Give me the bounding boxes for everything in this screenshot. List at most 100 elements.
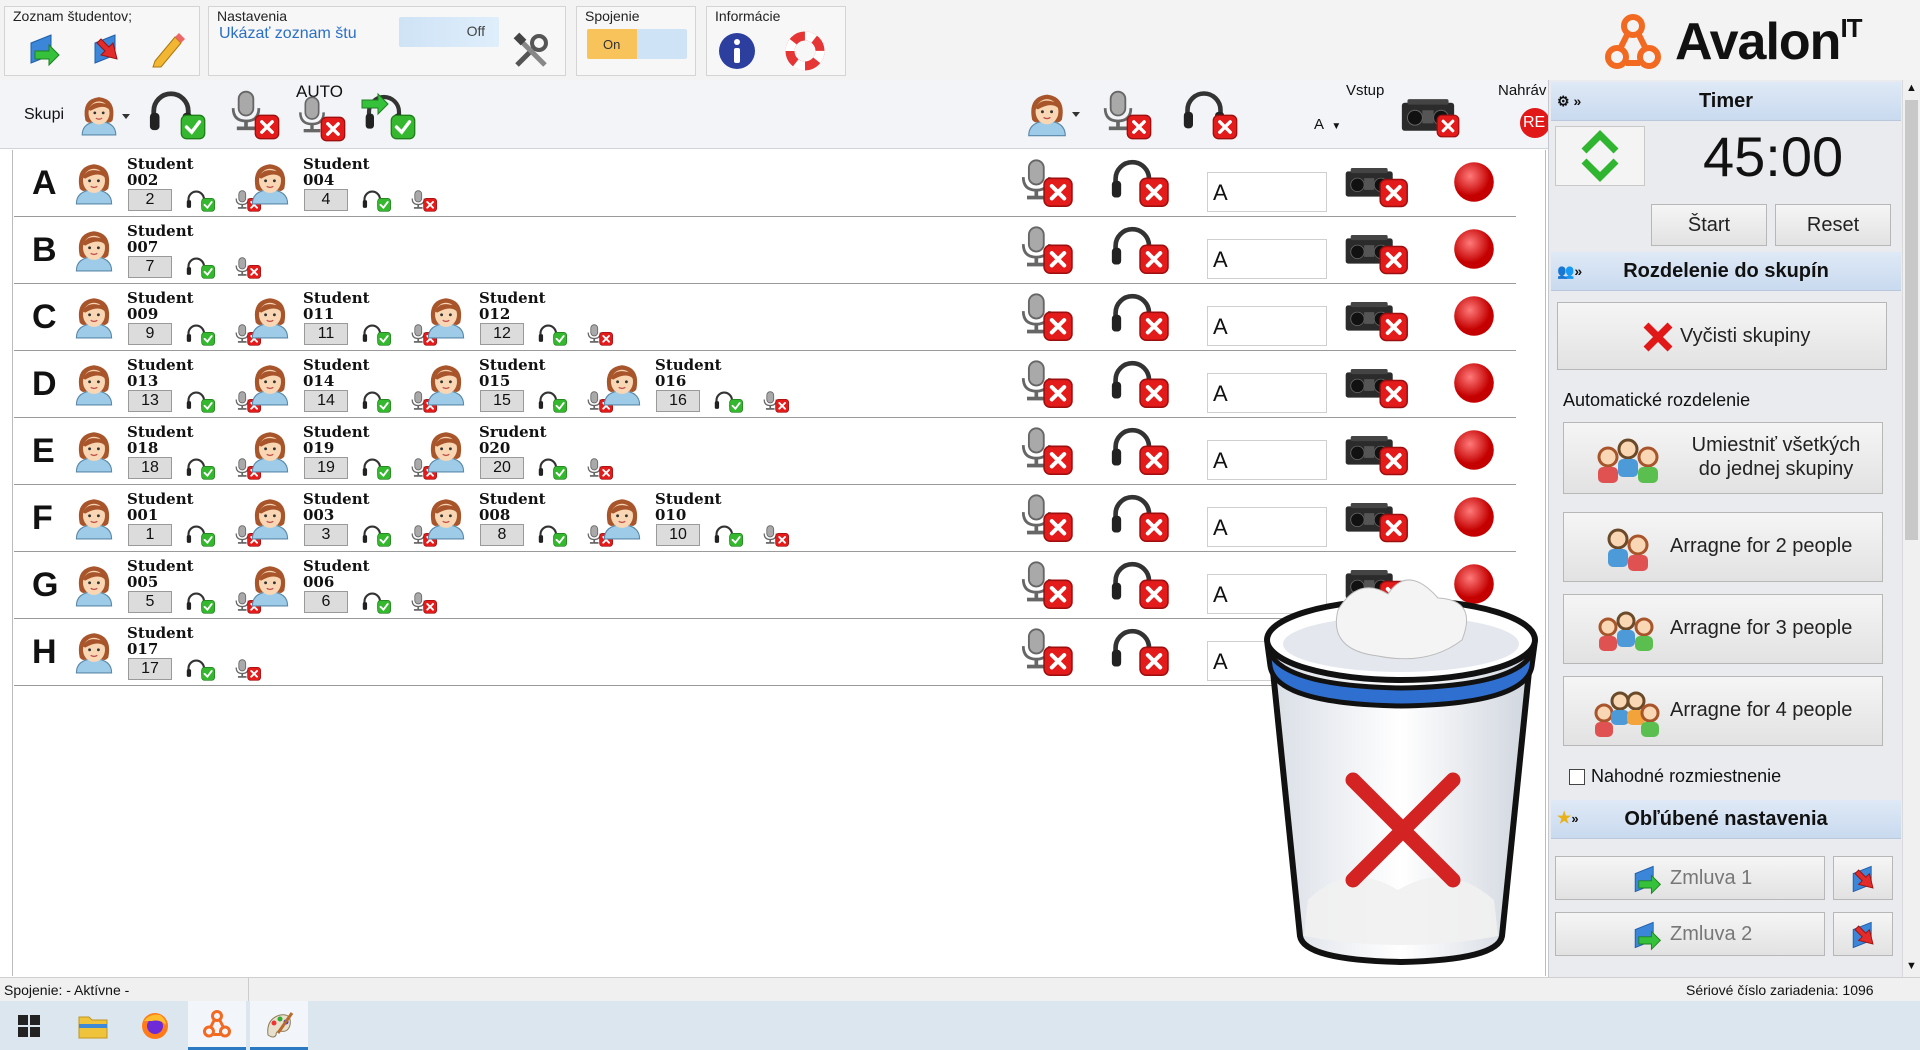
student-seat-number[interactable]: 18 <box>128 457 172 479</box>
student-avatar[interactable] <box>72 358 116 410</box>
panel-scrollbar[interactable]: ▲ ▼ <box>1902 80 1920 977</box>
group-headset-toggle[interactable] <box>1110 154 1172 217</box>
favorites-header[interactable]: ★» Obľúbené nastavenia <box>1551 800 1901 839</box>
group-headset-toggle[interactable] <box>1110 489 1172 552</box>
student-avatar[interactable] <box>248 291 292 343</box>
student-seat-number[interactable]: 1 <box>128 524 172 546</box>
student-seat-number[interactable]: 9 <box>128 323 172 345</box>
timer-header[interactable]: ⚙ » Timer <box>1551 82 1901 121</box>
student-headset-toggle[interactable] <box>184 658 218 687</box>
group-headset-toggle[interactable] <box>1110 556 1172 619</box>
student-headset-toggle[interactable] <box>184 524 218 553</box>
student-seat-number[interactable]: 16 <box>656 390 700 412</box>
favorite-1-save-button[interactable] <box>1833 856 1893 900</box>
student-avatar[interactable] <box>424 492 468 544</box>
student-mic-toggle[interactable] <box>406 189 440 218</box>
group-recorder-toggle[interactable] <box>1344 160 1414 215</box>
student-seat-number[interactable]: 12 <box>480 323 524 345</box>
group-input-field[interactable]: A <box>1207 306 1327 346</box>
group-mic-toggle[interactable] <box>1014 154 1076 217</box>
all-mics-off-button[interactable] <box>222 86 282 147</box>
student-seat-number[interactable]: 2 <box>128 189 172 211</box>
group-headset-toggle[interactable] <box>1110 422 1172 485</box>
student-seat-number[interactable]: 8 <box>480 524 524 546</box>
student-headset-toggle[interactable] <box>360 591 394 620</box>
teacher-select-button[interactable] <box>78 88 132 145</box>
transfer-headset-button[interactable] <box>358 86 418 147</box>
student-headset-toggle[interactable] <box>712 524 746 553</box>
student-mic-toggle[interactable] <box>582 323 616 352</box>
group-headset-toggle[interactable] <box>1110 623 1172 686</box>
random-placement-checkbox[interactable] <box>1569 768 1585 785</box>
student-seat-number[interactable]: 5 <box>128 591 172 613</box>
all-headsets-on-button[interactable] <box>148 86 208 147</box>
student-avatar[interactable] <box>248 358 292 410</box>
group-recorder-toggle[interactable] <box>1344 294 1414 349</box>
group-mic-toggle[interactable] <box>1014 556 1076 619</box>
teacher-mic-off-button[interactable] <box>1094 86 1154 147</box>
student-card[interactable]: Student 007 7 <box>72 220 284 280</box>
student-seat-number[interactable]: 3 <box>304 524 348 546</box>
student-card[interactable]: Student 016 16 <box>600 354 812 414</box>
favorite-2-save-button[interactable] <box>1833 912 1893 956</box>
favorite-2-button[interactable]: Zmluva 2 <box>1555 912 1825 956</box>
student-card[interactable]: Srudent 020 20 <box>424 421 636 481</box>
student-card[interactable]: Student 010 10 <box>600 488 812 548</box>
help-button[interactable] <box>783 29 827 73</box>
firefox-button[interactable] <box>126 1001 184 1050</box>
file-explorer-button[interactable] <box>64 1001 122 1050</box>
student-seat-number[interactable]: 10 <box>656 524 700 546</box>
arrange-3-button[interactable]: Arragne for 3 people <box>1563 594 1883 664</box>
group-input-field[interactable]: A <box>1207 373 1327 413</box>
favorite-1-button[interactable]: Zmluva 1 <box>1555 856 1825 900</box>
student-mic-toggle[interactable] <box>230 658 264 687</box>
student-seat-number[interactable]: 11 <box>304 323 348 345</box>
groups-section-header[interactable]: 👥» Rozdelenie do skupín <box>1551 252 1901 291</box>
record-dot-icon[interactable] <box>1452 495 1496 539</box>
student-mic-toggle[interactable] <box>758 390 792 419</box>
tools-button[interactable] <box>509 29 553 73</box>
group-headset-toggle[interactable] <box>1110 221 1172 284</box>
teacher-channel-button[interactable] <box>1024 88 1084 145</box>
student-seat-number[interactable]: 14 <box>304 390 348 412</box>
teacher-headset-off-button[interactable] <box>1180 86 1240 147</box>
student-avatar[interactable] <box>248 559 292 611</box>
student-seat-number[interactable]: 13 <box>128 390 172 412</box>
group-mic-toggle[interactable] <box>1014 623 1076 686</box>
avalon-taskbar-button[interactable] <box>188 1001 246 1050</box>
trash-bin-drop-target[interactable] <box>1248 570 1554 971</box>
group-headset-toggle[interactable] <box>1110 288 1172 351</box>
show-list-toggle[interactable]: Off <box>399 17 499 47</box>
student-headset-toggle[interactable] <box>184 390 218 419</box>
scrollbar-thumb[interactable] <box>1905 100 1918 540</box>
arrange-4-button[interactable]: Arragne for 4 people <box>1563 676 1883 746</box>
group-mic-toggle[interactable] <box>1014 288 1076 351</box>
export-students-button[interactable] <box>85 27 129 71</box>
vstup-select[interactable]: A ▼ <box>1314 116 1341 133</box>
student-headset-toggle[interactable] <box>360 390 394 419</box>
record-all-button[interactable]: RE <box>1520 108 1550 138</box>
student-headset-toggle[interactable] <box>360 524 394 553</box>
student-avatar[interactable] <box>600 492 644 544</box>
auto-mic-off-button[interactable] <box>290 94 350 149</box>
student-mic-toggle[interactable] <box>758 524 792 553</box>
all-recorders-off-button[interactable] <box>1400 94 1462 145</box>
arrange-2-button[interactable]: Arragne for 2 people <box>1563 512 1883 582</box>
group-mic-toggle[interactable] <box>1014 422 1076 485</box>
student-avatar[interactable] <box>72 425 116 477</box>
student-seat-number[interactable]: 7 <box>128 256 172 278</box>
student-seat-number[interactable]: 15 <box>480 390 524 412</box>
record-dot-icon[interactable] <box>1452 428 1496 472</box>
student-avatar[interactable] <box>72 626 116 678</box>
student-seat-number[interactable]: 20 <box>480 457 524 479</box>
record-dot-icon[interactable] <box>1452 294 1496 338</box>
group-input-field[interactable]: A <box>1207 440 1327 480</box>
student-headset-toggle[interactable] <box>360 457 394 486</box>
import-students-button[interactable] <box>21 27 65 71</box>
student-card[interactable]: Student 017 17 <box>72 622 284 682</box>
student-headset-toggle[interactable] <box>184 189 218 218</box>
group-recorder-toggle[interactable] <box>1344 361 1414 416</box>
student-mic-toggle[interactable] <box>582 457 616 486</box>
windows-start-button[interactable] <box>0 1001 58 1050</box>
student-headset-toggle[interactable] <box>184 323 218 352</box>
